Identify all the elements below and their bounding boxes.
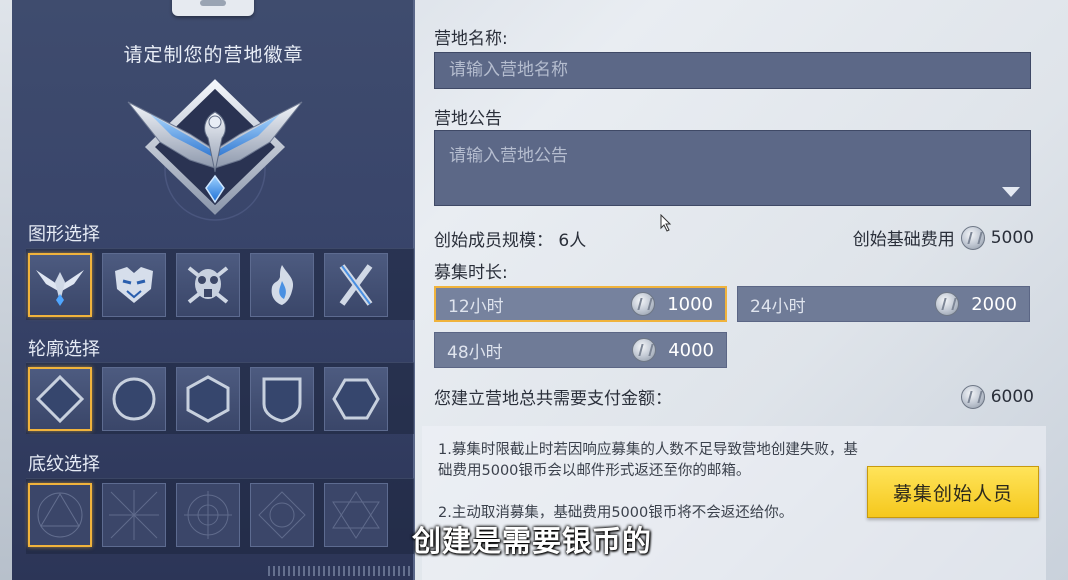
pattern-1-icon [37, 492, 83, 538]
total-cost-value: 6000 [990, 386, 1034, 407]
pattern-option-1[interactable] [28, 483, 92, 547]
duration-label: 募集时长: [434, 263, 508, 283]
diamond-outline-icon [35, 374, 85, 424]
camp-name-label: 营地名称: [434, 29, 508, 49]
decorative-bars [268, 566, 410, 576]
silver-coin-icon [935, 292, 960, 316]
badge-customize-panel: 请定制您的营地徽章 图形选择 轮廓选择 底纹选择 [12, 0, 415, 580]
outline-option-shield[interactable] [250, 367, 314, 431]
shape-select-label: 图形选择 [28, 224, 100, 245]
panel-title: 请定制您的营地徽章 [123, 44, 304, 66]
camp-notice-label: 营地公告 [434, 109, 502, 129]
crossed-blades-icon [339, 264, 373, 306]
duration-price-24h: 2000 [971, 293, 1017, 315]
total-cost-label: 您建立营地总共需要支付金额： [434, 389, 672, 409]
camp-notice-input[interactable]: 请输入营地公告 [434, 130, 1031, 206]
hexagon-outline-icon [186, 375, 230, 423]
circle-outline-icon [112, 377, 156, 421]
video-subtitle: 创建是需要银币的 [412, 524, 653, 558]
pattern-option-4[interactable] [250, 483, 314, 547]
mouse-cursor-icon [660, 214, 672, 232]
pattern-select-row [26, 478, 414, 554]
total-cost-row: 您建立营地总共需要支付金额： 6000 [434, 384, 1046, 409]
pattern-3-icon [184, 491, 232, 539]
pattern-select-label: 底纹选择 [28, 454, 100, 475]
badge-preview-emblem [127, 79, 303, 221]
pattern-4-icon [258, 491, 306, 539]
pattern-2-icon [109, 490, 159, 540]
outline-option-hexagon[interactable] [176, 367, 240, 431]
background-strip [0, 0, 12, 580]
silver-coin-icon [631, 292, 656, 316]
silver-coin-icon [960, 384, 985, 409]
base-fee-label: 创始基础费用 [852, 230, 955, 250]
camp-notice-placeholder: 请输入营地公告 [449, 146, 568, 166]
camp-name-input[interactable]: 请输入营地名称 [434, 52, 1031, 89]
outline-option-circle[interactable] [102, 367, 166, 431]
silver-coin-icon [960, 225, 985, 250]
shape-option-crossed-blades[interactable] [324, 253, 388, 317]
shape-option-eagle[interactable] [28, 253, 92, 317]
dropdown-arrow-icon[interactable] [1002, 187, 1020, 197]
duration-price-48h: 4000 [668, 339, 714, 361]
duration-label-12h: 12小时 [448, 296, 504, 317]
shape-option-tiger[interactable] [102, 253, 166, 317]
shape-option-flame[interactable] [250, 253, 314, 317]
pattern-5-icon [332, 491, 380, 539]
duration-label-48h: 48小时 [447, 342, 503, 363]
eagle-icon [36, 270, 84, 306]
pattern-option-5[interactable] [324, 483, 388, 547]
note-1: 1.募集时限截止时若因响应募集的人数不足导致营地创建失败，基础费用5000银币会… [438, 442, 858, 479]
shape-select-row [26, 248, 414, 320]
outline-option-hexagon-flat[interactable] [324, 367, 388, 431]
shape-option-gasmask[interactable] [176, 253, 240, 317]
silver-coin-icon [632, 338, 657, 362]
gasmask-icon [187, 266, 229, 304]
hexagon-flat-outline-icon [332, 378, 380, 420]
outline-select-label: 轮廓选择 [28, 339, 100, 360]
duration-option-48h[interactable]: 48小时 4000 [434, 332, 727, 368]
tiger-icon [115, 267, 153, 303]
flame-icon [271, 265, 294, 305]
founding-members-text: 创始成员规模： 6人 [434, 231, 587, 251]
clip-tab [172, 0, 254, 16]
duration-option-12h[interactable]: 12小时 1000 [434, 286, 727, 322]
pattern-option-2[interactable] [102, 483, 166, 547]
shield-outline-icon [262, 377, 302, 423]
pattern-option-3[interactable] [176, 483, 240, 547]
duration-option-24h[interactable]: 24小时 2000 [737, 286, 1030, 322]
duration-label-24h: 24小时 [750, 296, 806, 317]
base-fee: 创始基础费用 5000 [853, 225, 1034, 250]
outline-select-row [26, 362, 414, 434]
camp-form-panel: 营地名称: 请输入营地名称 营地公告 请输入营地公告 创始成员规模： 6人 创始… [418, 0, 1046, 580]
base-fee-value: 5000 [990, 227, 1034, 248]
duration-price-12h: 1000 [667, 293, 713, 315]
outline-option-diamond[interactable] [28, 367, 92, 431]
recruit-founders-button[interactable]: 募集创始人员 [867, 466, 1039, 518]
